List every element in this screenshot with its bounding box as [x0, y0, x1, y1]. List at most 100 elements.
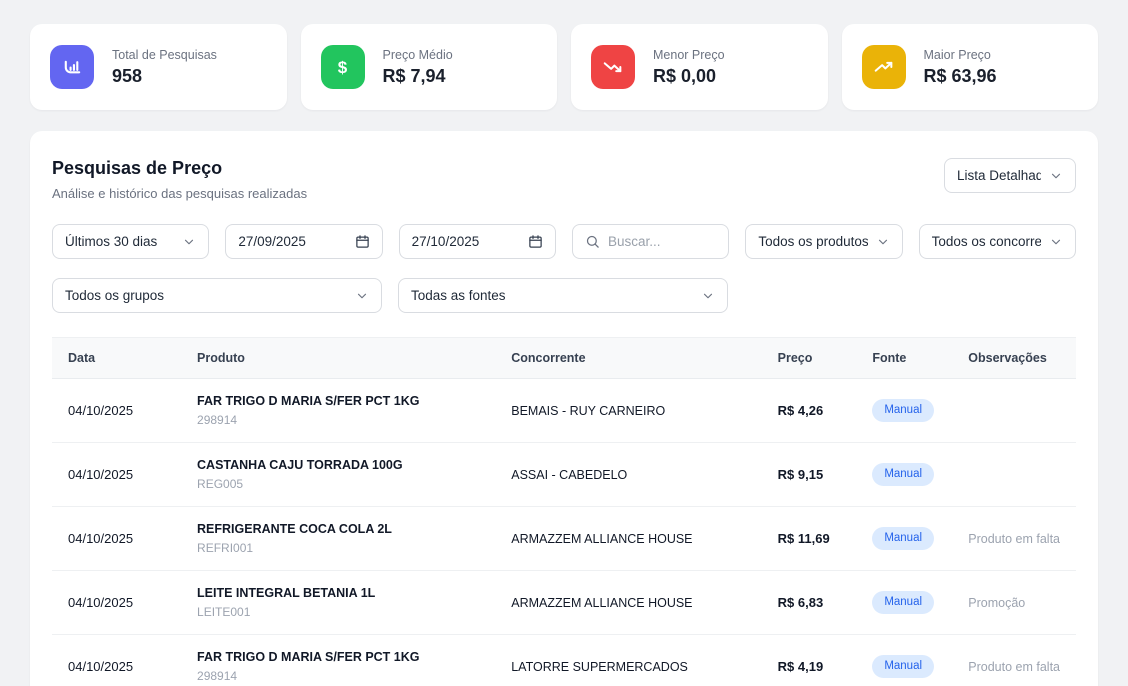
filter-row-2: Todos os grupos Todas as fontes: [52, 278, 1076, 313]
page-title: Pesquisas de Preço: [52, 158, 307, 179]
chevron-down-icon: [1049, 169, 1063, 183]
source-badge: Manual: [872, 591, 934, 614]
cell-date: 04/10/2025: [52, 443, 181, 507]
cell-notes: Promoção: [952, 571, 1076, 635]
product-name: CASTANHA CAJU TORRADA 100G: [197, 458, 479, 472]
cell-price: R$ 4,19: [762, 635, 857, 686]
cell-source: Manual: [856, 571, 952, 635]
cell-date: 04/10/2025: [52, 379, 181, 443]
column-header-produto: Produto: [181, 338, 495, 379]
search-icon: [585, 234, 600, 249]
competitors-value: Todos os concorrentes: [932, 234, 1041, 249]
page-subtitle: Análise e histórico das pesquisas realiz…: [52, 186, 307, 201]
column-header-observacoes: Observações: [952, 338, 1076, 379]
product-code: REFRI001: [197, 541, 479, 555]
product-name: FAR TRIGO D MARIA S/FER PCT 1KG: [197, 650, 479, 664]
cell-competitor: LATORRE SUPERMERCADOS: [495, 635, 761, 686]
stat-card-menor-preco: Menor Preço R$ 0,00: [571, 24, 828, 110]
stat-card-preco-medio: $ Preço Médio R$ 7,94: [301, 24, 558, 110]
table-body: 04/10/2025 FAR TRIGO D MARIA S/FER PCT 1…: [52, 379, 1076, 686]
cell-product: REFRIGERANTE COCA COLA 2L REFRI001: [181, 507, 495, 571]
calendar-icon[interactable]: [355, 234, 370, 249]
dollar-icon: $: [321, 45, 365, 89]
stats-row: Total de Pesquisas 958 $ Preço Médio R$ …: [0, 0, 1128, 110]
stat-value: R$ 63,96: [924, 66, 997, 87]
stat-card-total-pesquisas: Total de Pesquisas 958: [30, 24, 287, 110]
cell-date: 04/10/2025: [52, 635, 181, 686]
column-header-data: Data: [52, 338, 181, 379]
sources-select[interactable]: Todas as fontes: [398, 278, 728, 313]
stat-label: Preço Médio: [383, 48, 453, 62]
cell-product: LEITE INTEGRAL BETANIA 1L LEITE001: [181, 571, 495, 635]
product-code: LEITE001: [197, 605, 479, 619]
cell-competitor: ARMAZZEM ALLIANCE HOUSE: [495, 571, 761, 635]
trending-up-icon: [862, 45, 906, 89]
cell-price: R$ 9,15: [762, 443, 857, 507]
stat-label: Total de Pesquisas: [112, 48, 217, 62]
products-value: Todos os produtos: [758, 234, 867, 249]
date-to-value[interactable]: [412, 234, 520, 249]
groups-select[interactable]: Todos os grupos: [52, 278, 382, 313]
cell-source: Manual: [856, 379, 952, 443]
table-header-row: Data Produto Concorrente Preço Fonte Obs…: [52, 338, 1076, 379]
cell-notes: [952, 379, 1076, 443]
chevron-down-icon: [701, 289, 715, 303]
panel-header: Pesquisas de Preço Análise e histórico d…: [52, 158, 1076, 201]
search-input[interactable]: [608, 234, 716, 249]
column-header-preco: Preço: [762, 338, 857, 379]
table-row[interactable]: 04/10/2025 CASTANHA CAJU TORRADA 100G RE…: [52, 443, 1076, 507]
cell-price: R$ 11,69: [762, 507, 857, 571]
product-name: REFRIGERANTE COCA COLA 2L: [197, 522, 479, 536]
product-code: 298914: [197, 413, 479, 427]
product-code: REG005: [197, 477, 479, 491]
filter-row-1: Últimos 30 dias Todos os produtos: [52, 224, 1076, 259]
source-badge: Manual: [872, 527, 934, 550]
stat-value: R$ 0,00: [653, 66, 725, 87]
cell-notes: Produto em falta: [952, 507, 1076, 571]
cell-competitor: ASSAI - CABEDELO: [495, 443, 761, 507]
cell-date: 04/10/2025: [52, 571, 181, 635]
cell-price: R$ 4,26: [762, 379, 857, 443]
bar-chart-icon: [50, 45, 94, 89]
cell-source: Manual: [856, 443, 952, 507]
sources-value: Todas as fontes: [411, 288, 693, 303]
chevron-down-icon: [876, 235, 890, 249]
stat-card-maior-preco: Maior Preço R$ 63,96: [842, 24, 1099, 110]
trending-down-icon: [591, 45, 635, 89]
pesquisas-panel: Pesquisas de Preço Análise e histórico d…: [30, 131, 1098, 686]
chevron-down-icon: [182, 235, 196, 249]
cell-price: R$ 6,83: [762, 571, 857, 635]
view-mode-select[interactable]: Lista Detalhada: [944, 158, 1076, 193]
stat-label: Menor Preço: [653, 48, 725, 62]
chevron-down-icon: [355, 289, 369, 303]
date-from-value[interactable]: [238, 234, 346, 249]
product-code: 298914: [197, 669, 479, 683]
cell-notes: Produto em falta: [952, 635, 1076, 686]
table-row[interactable]: 04/10/2025 FAR TRIGO D MARIA S/FER PCT 1…: [52, 635, 1076, 686]
cell-source: Manual: [856, 635, 952, 686]
product-name: LEITE INTEGRAL BETANIA 1L: [197, 586, 479, 600]
cell-date: 04/10/2025: [52, 507, 181, 571]
search-field[interactable]: [572, 224, 729, 259]
table-row[interactable]: 04/10/2025 REFRIGERANTE COCA COLA 2L REF…: [52, 507, 1076, 571]
date-from-input[interactable]: [225, 224, 382, 259]
pesquisas-table: Data Produto Concorrente Preço Fonte Obs…: [52, 337, 1076, 686]
product-name: FAR TRIGO D MARIA S/FER PCT 1KG: [197, 394, 479, 408]
chevron-down-icon: [1049, 235, 1063, 249]
table-row[interactable]: 04/10/2025 FAR TRIGO D MARIA S/FER PCT 1…: [52, 379, 1076, 443]
calendar-icon[interactable]: [528, 234, 543, 249]
cell-source: Manual: [856, 507, 952, 571]
cell-product: CASTANHA CAJU TORRADA 100G REG005: [181, 443, 495, 507]
date-to-input[interactable]: [399, 224, 556, 259]
source-badge: Manual: [872, 655, 934, 678]
products-select[interactable]: Todos os produtos: [745, 224, 902, 259]
cell-competitor: BEMAIS - RUY CARNEIRO: [495, 379, 761, 443]
cell-product: FAR TRIGO D MARIA S/FER PCT 1KG 298914: [181, 379, 495, 443]
cell-competitor: ARMAZZEM ALLIANCE HOUSE: [495, 507, 761, 571]
stat-value: 958: [112, 66, 217, 87]
period-select[interactable]: Últimos 30 dias: [52, 224, 209, 259]
competitors-select[interactable]: Todos os concorrentes: [919, 224, 1076, 259]
source-badge: Manual: [872, 463, 934, 486]
column-header-fonte: Fonte: [856, 338, 952, 379]
table-row[interactable]: 04/10/2025 LEITE INTEGRAL BETANIA 1L LEI…: [52, 571, 1076, 635]
